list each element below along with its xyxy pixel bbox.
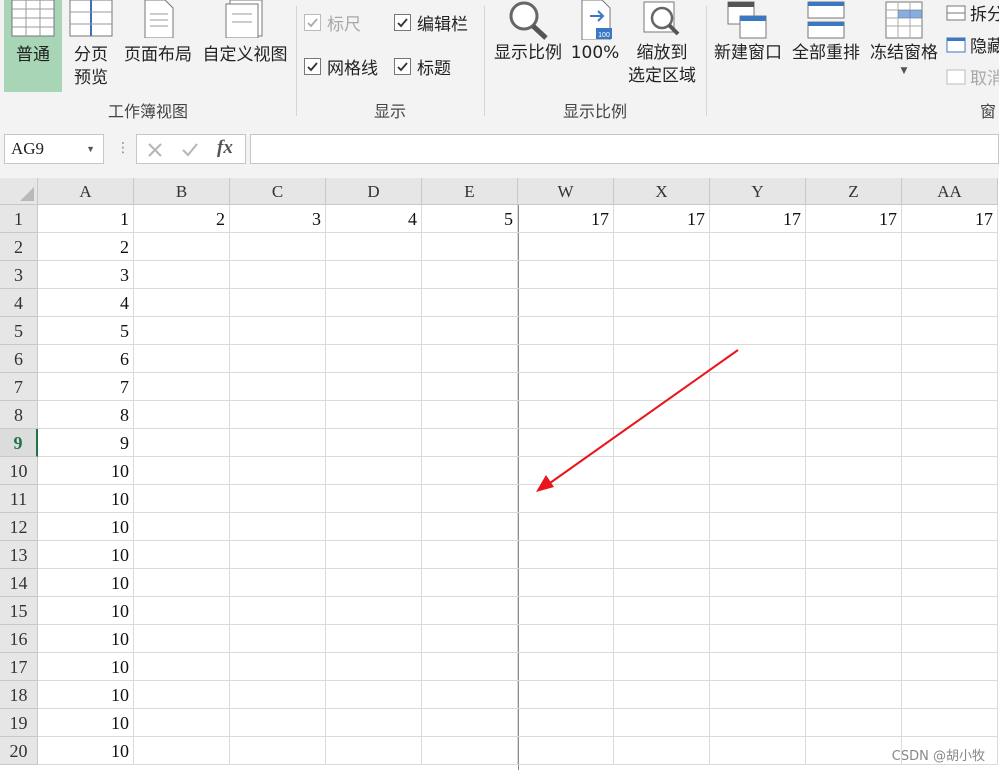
spreadsheet-grid: CSDN @胡小牧 A B C D E W X Y Z AA 1 1 2 3 4 5 17 17 17 17 17 2 2 3… (0, 178, 999, 770)
split-button[interactable]: 拆分 (946, 0, 999, 25)
zoom-100-badge: 100 (598, 32, 610, 39)
split-label: 拆分 (970, 5, 999, 25)
freeze-panes-button[interactable]: 冻结窗格 ▼ (866, 0, 942, 77)
gridlines-check-icon (304, 58, 321, 75)
zoom-to-selection-icon (643, 1, 680, 36)
zoom-label: 显示比例 (494, 43, 562, 63)
arrange-all-icon (807, 1, 845, 39)
page-layout-icon (144, 0, 174, 38)
formula-bar-check-icon (394, 14, 411, 31)
zoom-to-selection-label-2: 选定区域 (628, 66, 696, 86)
page-layout-label: 页面布局 (124, 45, 192, 65)
cancel-icon[interactable] (147, 142, 163, 158)
ruler-label: 标尺 (327, 15, 361, 35)
page-break-preview-label-2: 预览 (74, 68, 108, 88)
formula-actions: fx (136, 134, 246, 164)
custom-views-label: 自定义视图 (202, 45, 288, 65)
more-icon[interactable]: ⋮ (116, 140, 130, 156)
zoom-group-label: 显示比例 (562, 102, 627, 121)
freeze-panes-label: 冻结窗格 (870, 43, 938, 63)
page-break-preview-icon (69, 0, 113, 37)
hide-button[interactable]: 隐藏 (946, 32, 999, 57)
name-box-value: AG9 (11, 139, 45, 158)
new-window-icon (727, 1, 767, 39)
formula-input[interactable] (250, 134, 999, 164)
ribbon-view-tab: 普通 分页 预览 页面布局 自定义视图 工作簿视图 标尺 编辑栏 网格线 标题 … (0, 0, 999, 123)
insert-function-icon[interactable]: fx (217, 137, 233, 159)
zoom-to-selection-button[interactable]: 缩放到 选定区域 (624, 0, 700, 88)
page-break-preview-label-1: 分页 (74, 45, 108, 65)
normal-view-icon (11, 0, 55, 37)
unhide-icon (946, 69, 966, 84)
zoom-100-button[interactable]: 100 100% (570, 0, 620, 65)
hide-label: 隐藏 (970, 37, 999, 57)
new-window-button[interactable]: 新建窗口 (710, 0, 786, 65)
chevron-down-icon: ▼ (900, 66, 908, 76)
split-icon (946, 5, 966, 20)
hide-icon (946, 37, 966, 52)
zoom-button[interactable]: 显示比例 (490, 0, 566, 65)
window-group-label: 窗 (980, 102, 997, 121)
normal-view-button[interactable]: 普通 (4, 0, 62, 92)
page-break-preview-button[interactable]: 分页 预览 (66, 0, 116, 90)
arrange-all-label: 全部重排 (792, 43, 860, 63)
arrange-all-button[interactable]: 全部重排 (788, 0, 864, 65)
zoom-100-label: 100% (570, 43, 620, 63)
unhide-label: 取消 (970, 69, 999, 89)
show-group-label: 显示 (373, 102, 406, 121)
custom-views-button[interactable]: 自定义视图 (198, 0, 292, 67)
zoom-to-selection-label-1: 缩放到 (636, 43, 688, 63)
group-divider (706, 6, 707, 116)
custom-views-icon (225, 0, 263, 38)
chevron-down-icon[interactable]: ▼ (86, 135, 95, 163)
freeze-panes-icon (885, 1, 923, 39)
unhide-button[interactable]: 取消 (946, 64, 999, 89)
gridlines-checkbox[interactable]: 网格线 (304, 54, 378, 79)
headings-checkbox[interactable]: 标题 (394, 54, 451, 79)
magnifier-icon (509, 1, 548, 40)
group-divider (296, 6, 297, 116)
normal-view-label: 普通 (16, 45, 50, 65)
annotation-arrow (536, 349, 739, 492)
formula-bar: AG9 ▼ ⋮ fx (0, 122, 999, 178)
ruler-checkbox[interactable]: 标尺 (304, 10, 361, 35)
headings-check-icon (394, 58, 411, 75)
headings-label: 标题 (417, 59, 451, 79)
formula-bar-checkbox[interactable]: 编辑栏 (394, 10, 468, 35)
page-layout-button[interactable]: 页面布局 (120, 0, 196, 67)
ruler-check-icon (304, 14, 321, 31)
gridlines-label: 网格线 (327, 59, 378, 79)
name-box[interactable]: AG9 ▼ (4, 134, 104, 164)
formula-bar-label: 编辑栏 (417, 15, 468, 35)
enter-check-icon[interactable] (181, 142, 199, 158)
zoom-100-icon: 100 (581, 0, 612, 40)
new-window-label: 新建窗口 (714, 43, 782, 63)
workbook-views-group-label: 工作簿视图 (107, 102, 188, 121)
group-divider (484, 6, 485, 116)
